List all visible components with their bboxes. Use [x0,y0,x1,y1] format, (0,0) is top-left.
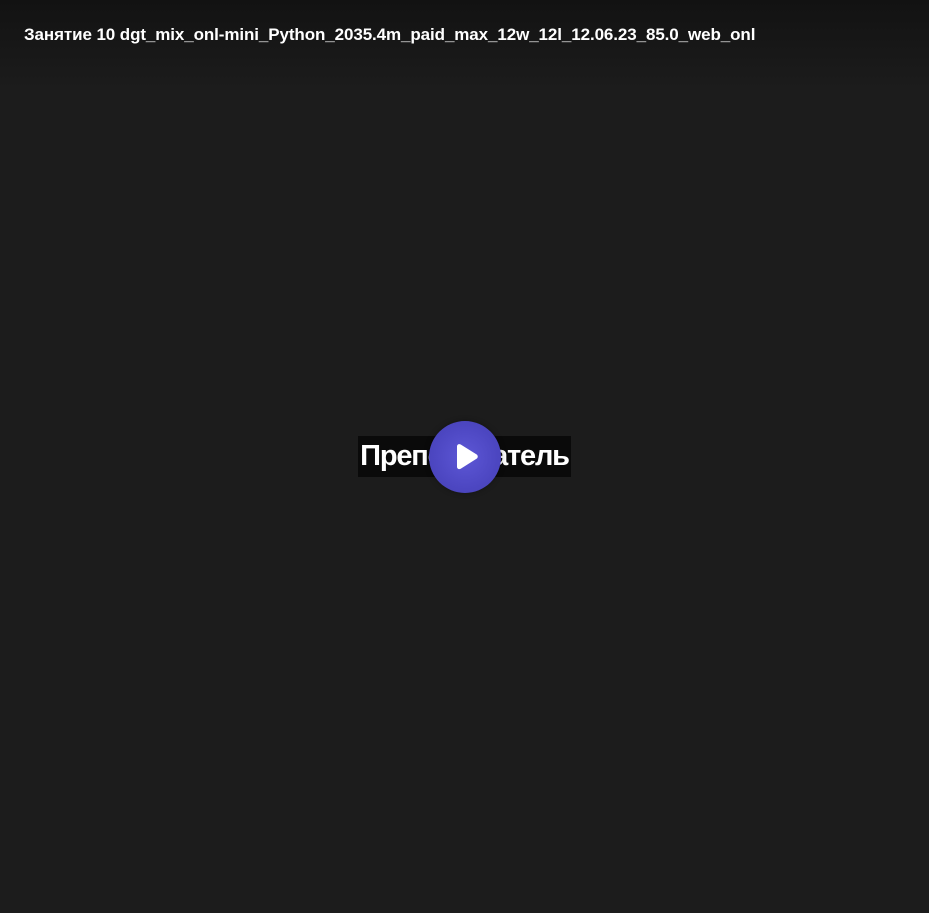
play-button[interactable] [429,421,501,493]
video-player[interactable]: Занятие 10 dgt_mix_onl-mini_Python_2035.… [0,0,929,913]
play-icon [457,444,478,470]
video-title[interactable]: Занятие 10 dgt_mix_onl-mini_Python_2035.… [24,24,904,46]
